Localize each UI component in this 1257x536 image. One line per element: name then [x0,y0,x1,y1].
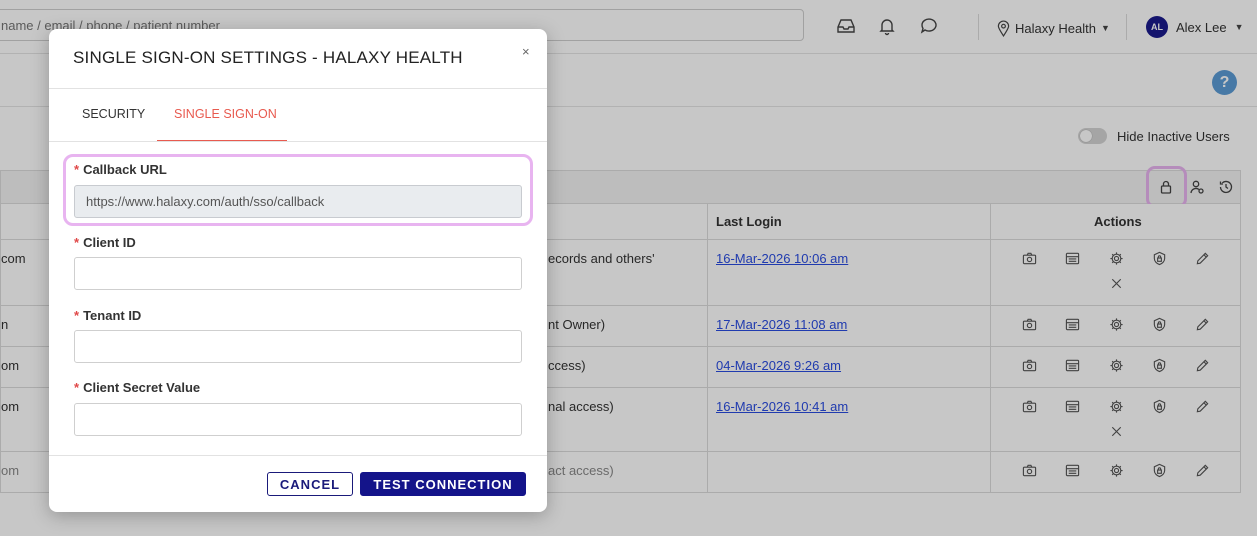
modal-title: SINGLE SIGN-ON SETTINGS - HALAXY HEALTH [73,48,463,67]
tenant-id-label: * Tenant ID [74,308,142,323]
client-id-label: * Client ID [74,235,136,250]
tenant-id-field[interactable] [74,330,522,363]
divider [49,88,547,89]
callback-url-field[interactable] [74,185,522,218]
callback-url-label: * Callback URL [74,162,167,177]
tab-security[interactable]: SECURITY [82,107,145,121]
client-secret-label: * Client Secret Value [74,380,201,395]
divider [49,455,547,456]
test-connection-button[interactable]: TEST CONNECTION [360,472,526,496]
sso-settings-modal: SINGLE SIGN-ON SETTINGS - HALAXY HEALTH … [49,29,547,512]
tab-single-sign-on[interactable]: SINGLE SIGN-ON [174,107,277,121]
cancel-button[interactable]: CANCEL [267,472,353,496]
client-id-field[interactable] [74,257,522,290]
divider [49,141,547,142]
client-secret-field[interactable] [74,403,522,436]
close-icon[interactable]: × [522,44,530,59]
